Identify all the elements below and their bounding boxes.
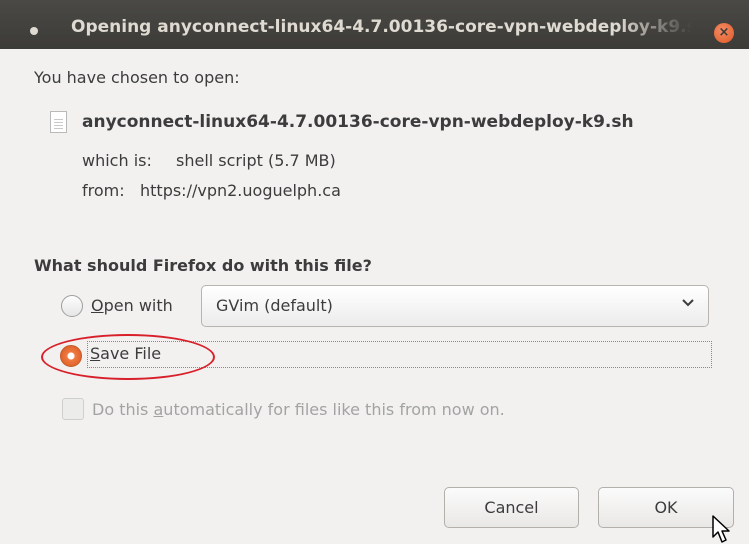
- file-name: anyconnect-linux64-4.7.00136-core-vpn-we…: [82, 112, 634, 132]
- auto-action-label-post: utomatically for files like this from no…: [163, 400, 505, 419]
- title-bar: Opening anyconnect-linux64-4.7.00136-cor…: [0, 0, 749, 49]
- chevron-down-icon[interactable]: [680, 296, 696, 312]
- source-url: https://vpn2.uoguelph.ca: [140, 181, 341, 200]
- open-with-label[interactable]: Open with: [91, 296, 173, 315]
- file-type-value: shell script (5.7 MB): [176, 151, 336, 170]
- open-with-radio[interactable]: [61, 295, 83, 317]
- auto-action-label: Do this automatically for files like thi…: [92, 400, 505, 419]
- open-with-label-rest: pen with: [103, 296, 173, 315]
- annotation-ellipse: [41, 334, 215, 380]
- cancel-button[interactable]: Cancel: [444, 487, 579, 528]
- window-menu-dot-icon[interactable]: [30, 27, 38, 35]
- application-select-value: GVim (default): [216, 296, 333, 315]
- window-title: Opening anyconnect-linux64-4.7.00136-cor…: [71, 17, 692, 37]
- auto-action-label-pre: Do this: [92, 400, 154, 419]
- source-label: from:: [82, 181, 125, 200]
- action-question: What should Firefox do with this file?: [34, 256, 372, 275]
- file-icon: [50, 111, 67, 133]
- close-icon[interactable]: ×: [714, 23, 734, 43]
- auto-action-accel: a: [153, 400, 164, 419]
- mouse-pointer-icon: [712, 515, 730, 543]
- open-with-accel: O: [91, 296, 104, 315]
- file-type-label: which is:: [82, 151, 152, 170]
- intro-text: You have chosen to open:: [34, 68, 240, 87]
- auto-action-checkbox[interactable]: [62, 398, 84, 420]
